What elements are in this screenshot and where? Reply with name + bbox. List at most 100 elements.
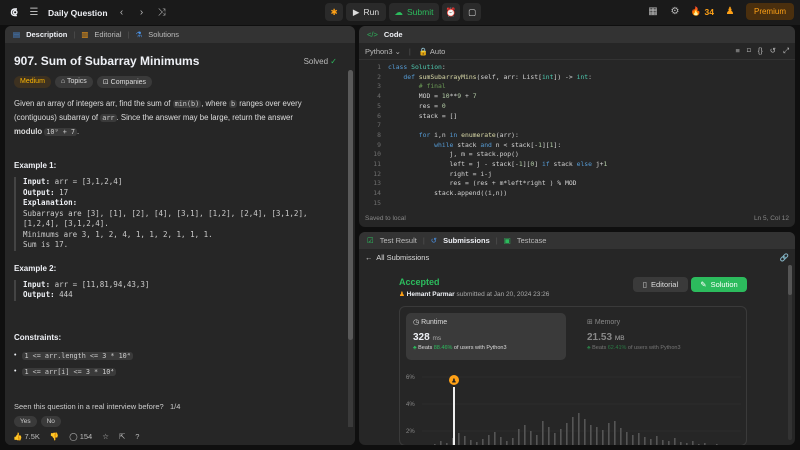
thumbs-up-icon: 👍 bbox=[13, 431, 23, 441]
streak-counter[interactable]: 🔥 34 bbox=[691, 6, 714, 17]
problem-tags: Medium ⌂ Topics ⊡ Companies bbox=[14, 76, 346, 88]
code-content[interactable]: class Solution: def sumSubarrayMins(self… bbox=[388, 63, 607, 199]
submissions-scrollbar[interactable] bbox=[788, 265, 792, 440]
histogram-bar bbox=[686, 443, 688, 445]
scrollbar-thumb[interactable] bbox=[788, 265, 792, 295]
explanation-text: Subarrays are [3], [1], [2], [4], [3,1],… bbox=[23, 208, 308, 250]
link-icon[interactable]: 🔗 bbox=[780, 253, 789, 262]
tab-code[interactable]: Code bbox=[384, 30, 403, 39]
histogram-bar bbox=[434, 444, 436, 445]
histogram-bar bbox=[620, 428, 622, 445]
no-button[interactable]: No bbox=[40, 416, 61, 427]
tab-testcase[interactable]: Testcase bbox=[517, 236, 547, 245]
star-icon[interactable]: ☆ bbox=[102, 432, 109, 441]
layout-icon[interactable]: ▦ bbox=[647, 6, 659, 17]
input-label: Input: bbox=[23, 279, 51, 289]
description-tabs: ▤ Description | ▥ Editorial | ⚗ Solution… bbox=[5, 26, 355, 43]
chevron-right-icon[interactable]: › bbox=[136, 7, 148, 18]
braces-icon[interactable]: {} bbox=[758, 46, 763, 56]
runtime-distribution-chart[interactable]: 6% 4% 2% ♟ bbox=[406, 367, 741, 445]
problem-description: Given an array of integers arr, find the… bbox=[14, 97, 314, 139]
daily-question-link[interactable]: Daily Question bbox=[48, 8, 108, 18]
histogram-bar bbox=[596, 427, 598, 445]
gear-icon[interactable]: ⚙ bbox=[669, 6, 681, 17]
y-tick-label: 4% bbox=[406, 402, 415, 408]
tab-test-result[interactable]: Test Result bbox=[380, 236, 417, 245]
scrollbar-thumb[interactable] bbox=[348, 70, 353, 340]
companies-label: Companies bbox=[110, 79, 147, 86]
histogram-bar bbox=[698, 444, 700, 445]
help-icon[interactable]: ? bbox=[135, 432, 139, 441]
constraint-item: • 1 <= arr.length <= 3 * 10⁴ bbox=[14, 351, 346, 360]
histogram-bar bbox=[482, 439, 484, 445]
runtime-unit: ms bbox=[432, 335, 442, 342]
user-marker-glyph: ♟ bbox=[451, 378, 456, 385]
format-icon[interactable]: ≡ bbox=[735, 46, 739, 56]
histogram-bar bbox=[506, 441, 508, 445]
book-icon: ▯ bbox=[642, 280, 648, 289]
yes-button[interactable]: Yes bbox=[14, 416, 37, 427]
editorial-button[interactable]: ▯ Editorial bbox=[633, 277, 688, 292]
like-button[interactable]: 👍 7.5K bbox=[13, 432, 40, 441]
desc-text: Given an array of integers arr, find the… bbox=[14, 99, 173, 108]
comments-button[interactable]: ◯ 154 bbox=[69, 432, 92, 441]
avatar[interactable]: ♟ bbox=[724, 6, 736, 17]
topics-tag[interactable]: ⌂ Topics bbox=[54, 76, 93, 88]
interview-count: 1/4 bbox=[169, 402, 181, 411]
share-icon[interactable]: ⇱ bbox=[119, 432, 125, 441]
timer-button[interactable]: ⏰ bbox=[442, 3, 460, 21]
leetcode-logo[interactable]: ⟃ bbox=[8, 5, 20, 19]
bookmark-icon[interactable]: ⌑ bbox=[747, 46, 751, 56]
play-icon: ▶ bbox=[352, 6, 360, 17]
tab-description[interactable]: Description bbox=[26, 30, 67, 39]
problem-list-icon[interactable]: ☰ bbox=[28, 7, 40, 18]
back-to-all-submissions[interactable]: ← All Submissions bbox=[365, 253, 429, 262]
dislike-button[interactable]: 👎 bbox=[50, 432, 59, 441]
shuffle-icon[interactable]: ⤨ bbox=[156, 7, 168, 18]
cloud-upload-icon: ☁ bbox=[394, 6, 404, 17]
companies-tag[interactable]: ⊡ Companies bbox=[96, 76, 153, 88]
debug-button[interactable]: ✱ bbox=[325, 3, 343, 21]
language-select[interactable]: Python3 ⌄ bbox=[365, 47, 401, 56]
submit-label: Submit bbox=[407, 7, 434, 17]
fullscreen-icon[interactable]: ⤢ bbox=[783, 46, 789, 56]
tab-submissions[interactable]: Submissions bbox=[443, 236, 490, 245]
chevron-left-icon[interactable]: ‹ bbox=[116, 7, 128, 18]
clock-icon: ◷ bbox=[413, 319, 420, 326]
memory-card[interactable]: ⊞ Memory 21.53 MB ♣ Beats 62.41% of user… bbox=[580, 313, 740, 360]
tag-icon: ⌂ bbox=[60, 78, 66, 85]
run-button[interactable]: ▶ Run bbox=[346, 3, 386, 21]
notes-button[interactable]: ▢ bbox=[463, 3, 481, 21]
auto-mode[interactable]: 🔒 Auto bbox=[419, 47, 445, 56]
runtime-card[interactable]: ◷ Runtime 328 ms ♣ Beats 88.46% of users… bbox=[406, 313, 566, 360]
histogram-bar bbox=[656, 436, 658, 445]
histogram-bar bbox=[572, 417, 574, 445]
histogram-bar bbox=[524, 425, 526, 445]
description-body: 907. Sum of Subarray Minimums Solved ✓ M… bbox=[5, 43, 355, 423]
tab-solutions[interactable]: Solutions bbox=[148, 30, 179, 39]
runtime-value: 328 ms bbox=[413, 332, 559, 343]
fire-icon: 🔥 bbox=[690, 6, 702, 16]
description-panel: ▤ Description | ▥ Editorial | ⚗ Solution… bbox=[5, 26, 355, 445]
solution-label: Solution bbox=[710, 280, 738, 289]
histogram-bar bbox=[662, 440, 664, 445]
inline-code: b bbox=[228, 100, 238, 108]
tab-editorial[interactable]: Editorial bbox=[94, 30, 121, 39]
author-name[interactable]: Hemant Parmar bbox=[407, 291, 455, 298]
editorial-icon: ▥ bbox=[81, 30, 89, 39]
submit-button[interactable]: ☁ Submit bbox=[389, 3, 439, 21]
histogram-bar bbox=[440, 441, 442, 445]
description-scrollbar[interactable] bbox=[348, 70, 353, 445]
reset-icon[interactable]: ↺ bbox=[770, 46, 776, 56]
histogram-bar bbox=[548, 427, 550, 445]
premium-button[interactable]: Premium bbox=[745, 3, 794, 20]
output-label: Output: bbox=[23, 187, 55, 197]
code-editor[interactable]: 1 2 3 4 5 6 7 8 9 10 11 12 13 14 15 clas… bbox=[359, 60, 795, 210]
histogram-bar bbox=[560, 429, 562, 445]
terminal-icon: ▣ bbox=[503, 236, 511, 245]
history-icon: ↺ bbox=[430, 236, 438, 245]
people-icon: ♣ bbox=[413, 345, 417, 351]
constraint-item: • 1 <= arr[i] <= 3 * 10⁴ bbox=[14, 367, 346, 376]
problem-title[interactable]: 907. Sum of Subarray Minimums bbox=[14, 54, 346, 68]
solution-button[interactable]: ✎ Solution bbox=[691, 277, 747, 292]
